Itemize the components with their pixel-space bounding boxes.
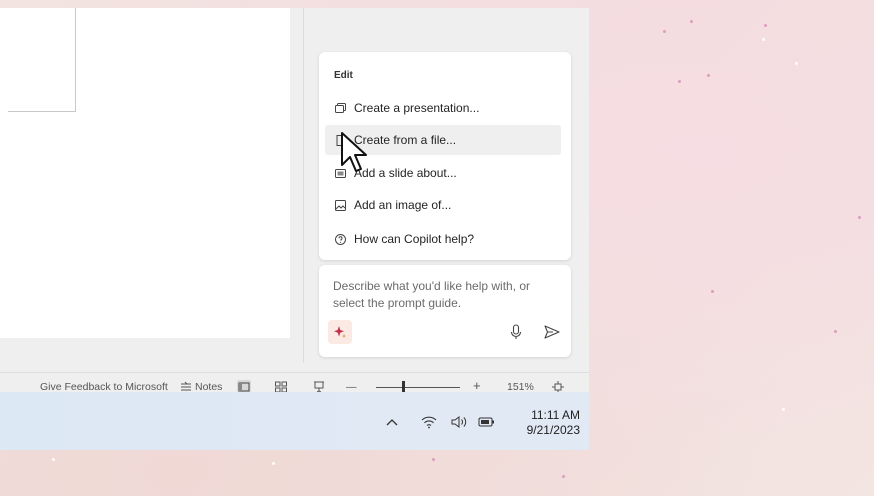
wifi-icon [421,416,437,429]
wifi-button[interactable] [421,415,437,429]
menu-item-label: How can Copilot help? [354,232,475,246]
wallpaper-sparkle [711,290,714,293]
menu-item-label: Create a presentation... [354,101,480,115]
copilot-prompt-box[interactable]: Describe what you'd like help with, or s… [319,265,571,357]
zoom-slider-track[interactable] [376,387,460,388]
powerpoint-window: Edit Create a presentation... Create fro… [0,8,589,400]
send-button[interactable] [543,323,561,341]
wallpaper-sparkle [795,62,798,65]
battery-button[interactable] [478,415,494,429]
wallpaper-sparkle [432,458,435,461]
clock-date[interactable]: 9/21/2023 [510,423,580,437]
wallpaper-sparkle [707,74,710,77]
wallpaper-sparkle [762,38,765,41]
volume-icon [451,416,467,428]
prompt-guide-button[interactable] [328,320,352,344]
wallpaper-sparkle [52,458,55,461]
copilot-pane: Edit Create a presentation... Create fro… [304,8,589,364]
menu-item-add-image[interactable]: Add an image of... [325,190,561,220]
menu-heading: Edit [334,70,353,81]
wallpaper-sparkle [562,475,565,478]
slide-placeholder[interactable] [8,8,76,112]
wallpaper-sparkle [690,20,693,23]
chevron-up-icon [386,419,398,426]
wallpaper-sparkle [858,216,861,219]
show-hidden-icons-button[interactable] [384,415,400,429]
presentation-icon [335,102,346,114]
battery-icon [478,417,494,427]
menu-item-create-presentation[interactable]: Create a presentation... [325,93,561,123]
volume-button[interactable] [451,415,467,429]
microphone-icon [510,324,522,339]
zoom-in-button[interactable]: + [473,378,481,393]
help-icon [335,233,346,245]
mouse-pointer-icon [341,132,367,172]
send-icon [544,325,560,339]
wallpaper-sparkle [782,408,785,411]
taskbar: 11:11 AM 9/21/2023 [0,392,589,450]
menu-item-copilot-help[interactable]: How can Copilot help? [325,224,561,254]
wallpaper-sparkle [678,80,681,83]
image-icon [335,199,346,211]
wallpaper-sparkle [663,30,666,33]
menu-item-label: Add an image of... [354,198,452,212]
prompt-placeholder[interactable]: Describe what you'd like help with, or s… [333,278,558,312]
slide-canvas[interactable] [0,8,290,338]
clock-time[interactable]: 11:11 AM [510,408,580,422]
microphone-button[interactable] [507,323,525,341]
wallpaper-sparkle [272,462,275,465]
sparkle-icon [334,326,346,338]
wallpaper-sparkle [764,24,767,27]
wallpaper-sparkle [834,330,837,333]
